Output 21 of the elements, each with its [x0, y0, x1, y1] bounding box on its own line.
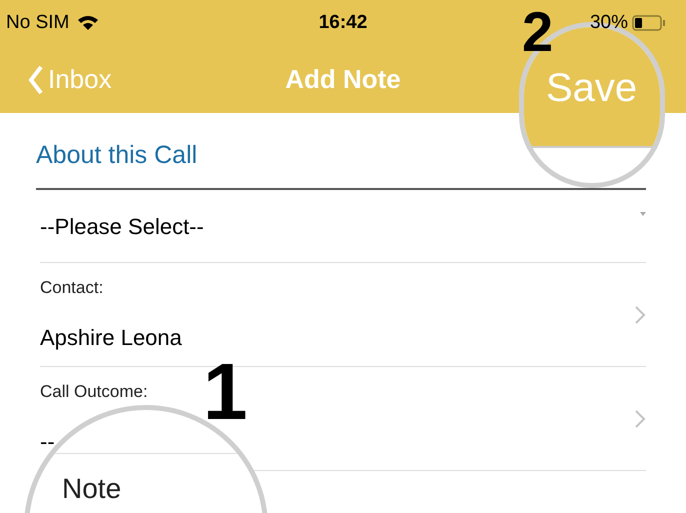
back-button[interactable]: Inbox: [28, 60, 112, 99]
step-number: 1: [203, 352, 248, 432]
chevron-right-icon: [634, 408, 646, 428]
step-number: 2: [522, 4, 554, 60]
battery-text: 30%: [590, 10, 628, 35]
battery-icon: [632, 15, 666, 31]
chevron-right-icon: [634, 304, 646, 324]
field-label: Contact:: [40, 277, 104, 300]
note-label: Note: [62, 472, 122, 506]
field-value: --Please Select--: [40, 212, 204, 240]
carrier-text: No SIM: [6, 10, 70, 35]
caret-icon: [640, 212, 646, 216]
wifi-icon: [77, 15, 100, 31]
nav-title: Add Note: [285, 63, 401, 96]
chevron-left-icon: [28, 64, 44, 94]
clock-text: 16:42: [318, 10, 368, 35]
field-value: --: [40, 428, 56, 456]
select-field[interactable]: --Please Select--: [40, 190, 646, 263]
field-label: Call Outcome:: [40, 381, 148, 404]
section-title: About this Call: [36, 140, 198, 170]
field-value: Apshire Leona: [40, 324, 182, 352]
